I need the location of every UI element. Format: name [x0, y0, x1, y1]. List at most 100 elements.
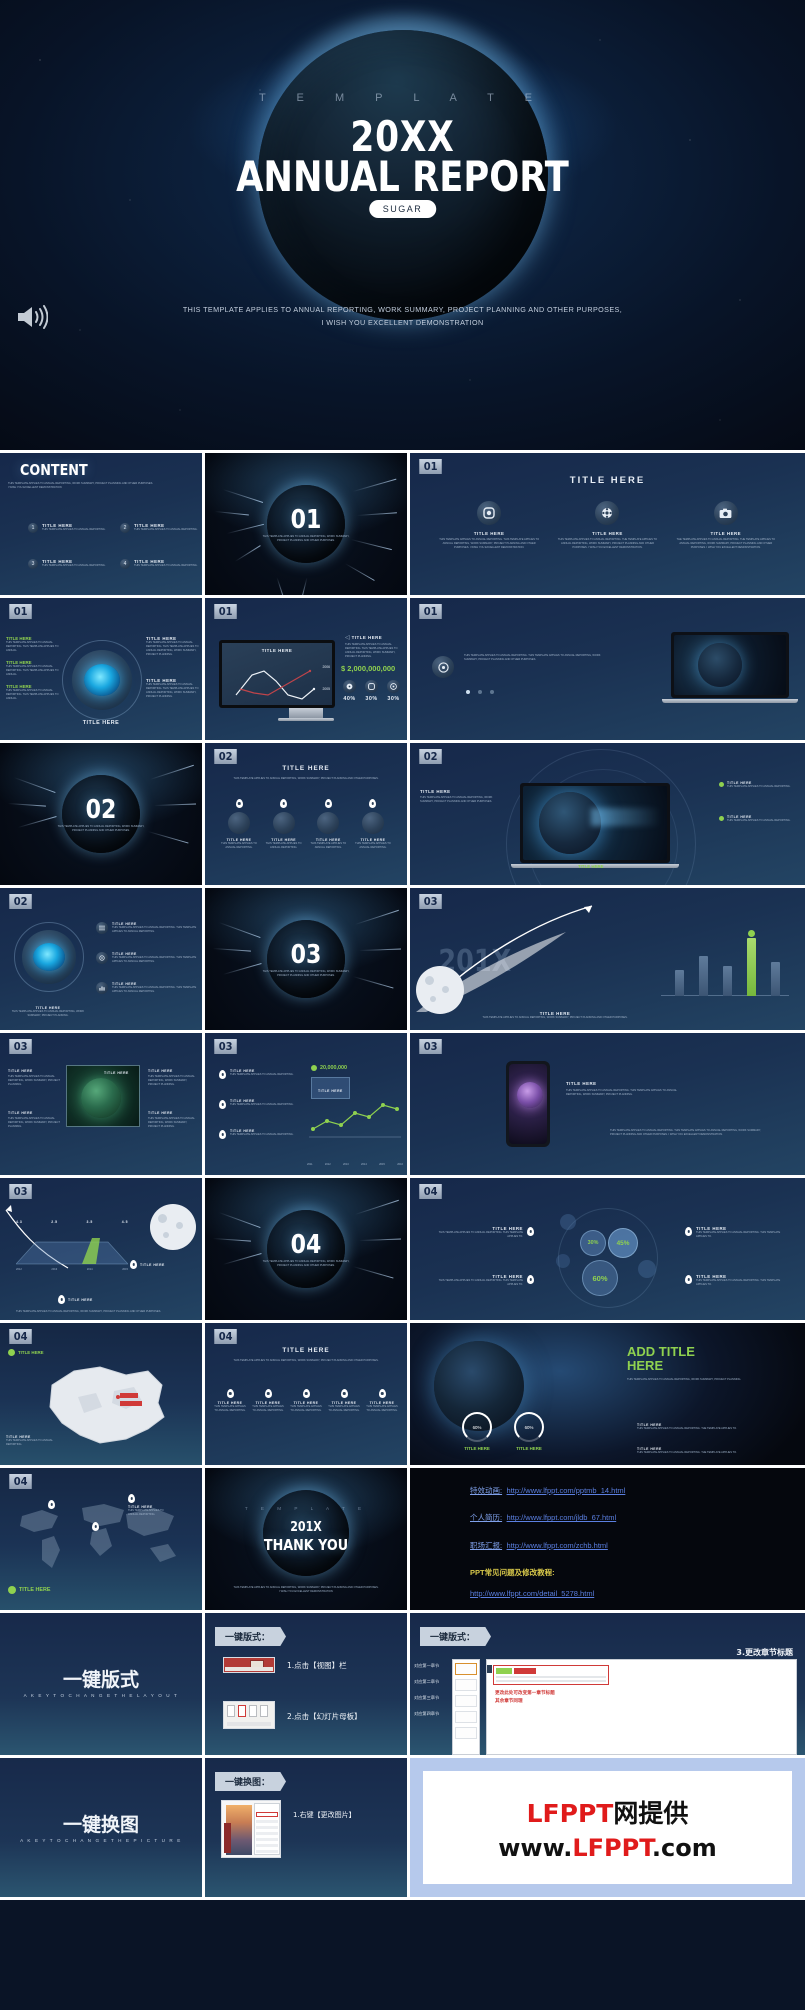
slide-thumb-content[interactable]: CONTENT THIS TEMPLATE APPLIES TO ANNUAL … — [0, 450, 205, 595]
ring-stat[interactable]: 60% TITLE HERE — [514, 1412, 544, 1451]
orb-list-item[interactable]: TITLE HERE THIS TEMPLATE APPLIES TO ANNU… — [96, 922, 198, 934]
slide-thumb-planet-photo[interactable]: 03 TITLE HERE THIS TEMPLATE APPLIES TO A… — [0, 1030, 205, 1175]
bubble-value: 45% — [616, 1239, 630, 1247]
slide-thumb-divider-02[interactable]: 02 THIS TEMPLATE APPLIES TO ANNUAL REPOR… — [0, 740, 205, 885]
orb-list-item[interactable]: TITLE HERE THIS TEMPLATE APPLIES TO ANNU… — [96, 982, 198, 994]
slide-thumb-laptop-radial[interactable]: 02 TITLE HERE THIS TEMPLATE APPLIES TO A… — [410, 740, 805, 885]
slide-thumb-laptop-right[interactable]: 01 THIS TEMPLATE APPLIES TO ANNUAL REPOR… — [410, 595, 805, 740]
slide-thumb-add-title[interactable]: ADD TITLE HERE THIS TEMPLATE APPLIES TO … — [410, 1320, 805, 1465]
link-row[interactable]: 职场汇报: http://www.lfppt.com/zchb.html — [470, 1535, 795, 1553]
link-row[interactable]: 个人简历: http://www.lfppt.com/jldb_67.html — [470, 1507, 795, 1525]
slide-thumb-layout-steps[interactable]: 一键版式： 1.点击【视图】栏 2.点击【幻灯片母板】 — [205, 1610, 410, 1755]
pin-item[interactable]: TITLE HERE THIS TEMPLATE APPLIES TO ANNU… — [264, 799, 304, 850]
map-pin-icon[interactable] — [92, 1522, 99, 1531]
settings-icon — [96, 952, 108, 964]
monitor-stat[interactable]: 30% — [387, 680, 400, 702]
pagination-dot[interactable] — [478, 690, 482, 694]
slide-thumb-bubbles[interactable]: 04 30% 45% 60% TITLE HERE THIS TEMPLATE … — [410, 1175, 805, 1320]
pin-item[interactable]: TITLE HERE THIS TEMPLATE APPLIES TO ANNU… — [251, 1389, 285, 1413]
slide-thumb-layout-step3[interactable]: 一键版式： 3.更改章节标题 对应第一章节 对应第二章节 对应第三章节 对应第四… — [410, 1610, 805, 1755]
link-url[interactable]: http://www.lfppt.com/jldb_67.html — [507, 1513, 617, 1523]
chart-icon — [96, 982, 108, 994]
content-item[interactable]: 1 TITLE HERE THIS TEMPLATE APPLIES TO AN… — [28, 523, 110, 533]
pin-item[interactable]: TITLE HERE THIS TEMPLATE APPLIES TO ANNU… — [327, 1389, 361, 1413]
map-pin-icon — [289, 1389, 323, 1398]
map-pin-icon[interactable]: TITLE HERE THIS TEMPLATE APPLIES TO ANNU… — [128, 1494, 172, 1517]
slide-thumb-monitor[interactable]: 01 TITLE HERE 2006 2005 ◁ TITLE HERE THI… — [205, 595, 410, 740]
watermark-www: www. — [498, 1833, 573, 1862]
photo-right-body: THIS TEMPLATE APPLIES TO ANNUAL REPORTIN… — [148, 1075, 195, 1086]
slide-thumb-thank-you[interactable]: T E M P L A T E 201X THANK YOU THIS TEMP… — [205, 1465, 410, 1610]
orb-list-item[interactable]: TITLE HERE THIS TEMPLATE APPLIES TO ANNU… — [96, 952, 198, 964]
monitor-screen: TITLE HERE 2006 2005 — [222, 643, 332, 705]
slide-thumb-three-icons[interactable]: 01 TITLE HERE TITLE HERE THIS TEMPLATE A… — [410, 450, 805, 595]
section-number-badge: 03 — [214, 1039, 238, 1054]
pin-circle — [228, 812, 250, 834]
slide-thumb-china-map[interactable]: 04 TITLE HERE TITLE HERE THIS TEMPLATE A… — [0, 1320, 205, 1465]
orb-left-body: THIS TEMPLATE APPLIES TO ANNUAL REPORTIN… — [6, 665, 59, 676]
pin-item[interactable]: TITLE HERE THIS TEMPLATE APPLIES TO ANNU… — [213, 1389, 247, 1413]
pin-body: THIS TEMPLATE APPLIES TO ANNUAL REPORTIN… — [366, 1405, 398, 1412]
slide-thumb-divider-04[interactable]: 04 THIS TEMPLATE APPLIES TO ANNUAL REPOR… — [205, 1175, 410, 1320]
link-url[interactable]: http://www.lfppt.com/zchb.html — [507, 1541, 608, 1550]
bubble-corner-item[interactable]: TITLE HERE THIS TEMPLATE APPLIES TO ANNU… — [685, 1226, 789, 1239]
slide-thumb-layout-cover[interactable]: 一键版式 A K E Y T O C H A N G E T H E L A Y… — [0, 1610, 205, 1755]
list-pin-item[interactable]: TITLE HERE THIS TEMPLATE APPLIES TO ANNU… — [219, 1099, 303, 1109]
monitor-stat[interactable]: 40% — [343, 680, 356, 702]
phone-image — [506, 1061, 550, 1147]
link-url[interactable]: http://www.lfppt.com/pptmb_14.html — [507, 1486, 626, 1495]
icon-column[interactable]: TITLE HERE THE TEMPLATE APPLIES TO ANNUA… — [676, 501, 776, 550]
content-item[interactable]: 3 TITLE HERE THIS TEMPLATE APPLIES TO AN… — [28, 559, 110, 569]
bubble-corner-item[interactable]: TITLE HERE THIS TEMPLATE APPLIES TO ANNU… — [685, 1274, 789, 1287]
slide-thumb-divider-01[interactable]: 01 THIS TEMPLATE APPLIES TO ANNUAL REPOR… — [205, 450, 410, 595]
bubble-corner-item[interactable]: TITLE HERE THIS TEMPLATE APPLIES TO ANNU… — [430, 1274, 534, 1287]
pagination-dots[interactable] — [466, 690, 494, 694]
slide-thumb-orb-three[interactable]: 02 TITLE HERE THIS TEMPLATE APPLIES TO A… — [0, 885, 205, 1030]
content-item-body: THIS TEMPLATE APPLIES TO ANNUAL REPORTIN… — [42, 564, 106, 567]
icon-column[interactable]: TITLE HERE THIS TEMPLATE APPLIES TO ANNU… — [557, 501, 657, 550]
layout-steps-tag: 一键版式： — [215, 1627, 287, 1646]
watermark-tld: .com — [651, 1833, 717, 1862]
content-item[interactable]: 2 TITLE HERE THIS TEMPLATE APPLIES TO AN… — [120, 523, 202, 533]
orb-core-glow — [33, 943, 65, 971]
radial-right-item[interactable]: TITLE HERE THIS TEMPLATE APPLIES TO ANNU… — [719, 781, 797, 789]
line-chart — [309, 1103, 401, 1138]
globe-icon — [343, 680, 356, 693]
link-row[interactable]: 特效动画: http://www.lfppt.com/pptmb_14.html — [470, 1480, 795, 1498]
pin-item[interactable]: TITLE HERE THIS TEMPLATE APPLIES TO ANNU… — [308, 799, 348, 850]
slide-thumb-pyramid[interactable]: 03 4.3 2.5 3.5 4.5 2012 2013 2014 2015 T… — [0, 1175, 205, 1320]
divider-sub-2: PROJECT PLANNING AND OTHER PURPOSES. — [277, 538, 335, 542]
pin-item[interactable]: TITLE HERE THIS TEMPLATE APPLIES TO ANNU… — [365, 1389, 399, 1413]
ring-stat[interactable]: 60% TITLE HERE — [462, 1412, 492, 1451]
list-pin-item[interactable]: TITLE HERE THIS TEMPLATE APPLIES TO ANNU… — [219, 1129, 303, 1139]
slide-thumb-bar-201x[interactable]: 03 201X TITLE HERE THIS TEMPLATE APPLIES… — [410, 885, 805, 1030]
slide-thumb-four-pins[interactable]: 02 TITLE HERE THIS TEMPLATE APPLIES TO A… — [205, 740, 410, 885]
list-pin-item[interactable]: TITLE HERE THIS TEMPLATE APPLIES TO ANNU… — [219, 1069, 303, 1079]
section-number-badge: 03 — [9, 1039, 33, 1054]
pin-item[interactable]: TITLE HERE THIS TEMPLATE APPLIES TO ANNU… — [353, 799, 393, 850]
slide-thumb-links-panel[interactable]: 特效动画: http://www.lfppt.com/pptmb_14.html… — [410, 1465, 805, 1610]
thank-you-sub-2: I WISH YOU EXCELLENT DEMONSTRATION — [279, 1590, 333, 1594]
map-pin-icon[interactable] — [48, 1500, 55, 1509]
slide-thumb-phone[interactable]: 03 TITLE HERE THIS TEMPLATE APPLIES TO A… — [410, 1030, 805, 1175]
slide-thumb-list-pins[interactable]: 03 TITLE HERE THIS TEMPLATE APPLIES TO A… — [205, 1030, 410, 1175]
divider-sub-2: PROJECT PLANNING AND OTHER PURPOSES. — [277, 1263, 335, 1267]
slide-thumb-five-pins[interactable]: 04 TITLE HERE THIS TEMPLATE APPLIES TO A… — [205, 1320, 410, 1465]
monitor-stat[interactable]: 30% — [365, 680, 378, 702]
pin-item[interactable]: TITLE HERE THIS TEMPLATE APPLIES TO ANNU… — [289, 1389, 323, 1413]
slide-thumb-orb-six[interactable]: 01 TITLE HERE THIS TEMPLATE APPLIES TO A… — [0, 595, 205, 740]
icon-column[interactable]: TITLE HERE THIS TEMPLATE APPLIES TO ANNU… — [439, 501, 539, 550]
slide-thumb-divider-03[interactable]: 03 THIS TEMPLATE APPLIES TO ANNUAL REPOR… — [205, 885, 410, 1030]
bubble-corner-item[interactable]: TITLE HERE THIS TEMPLATE APPLIES TO ANNU… — [430, 1226, 534, 1239]
slide-thumb-watermark[interactable]: LFPPT网提供 www.LFPPT.com — [410, 1755, 805, 1900]
pagination-dot[interactable] — [490, 690, 494, 694]
content-item-number: 4 — [120, 559, 130, 569]
radial-right-item[interactable]: TITLE HERE THIS TEMPLATE APPLIES TO ANNU… — [719, 815, 797, 823]
slide-thumb-world-map[interactable]: 04 TITLE HERE THIS TEMPLATE APPLIES TO A… — [0, 1465, 205, 1610]
content-item[interactable]: 4 TITLE HERE THIS TEMPLATE APPLIES TO AN… — [120, 559, 202, 569]
pin-item[interactable]: TITLE HERE THIS TEMPLATE APPLIES TO ANNU… — [219, 799, 259, 850]
faq-url[interactable]: http://www.lfppt.com/detail_5278.html — [470, 1589, 594, 1598]
slide-thumb-picture-cover[interactable]: 一键换图 A K E Y T O C H A N G E T H E P I C… — [0, 1755, 205, 1900]
pagination-dot[interactable] — [466, 690, 470, 694]
slide-thumb-picture-steps[interactable]: 一键换图： 1.右键【更改图片】 — [205, 1755, 410, 1900]
